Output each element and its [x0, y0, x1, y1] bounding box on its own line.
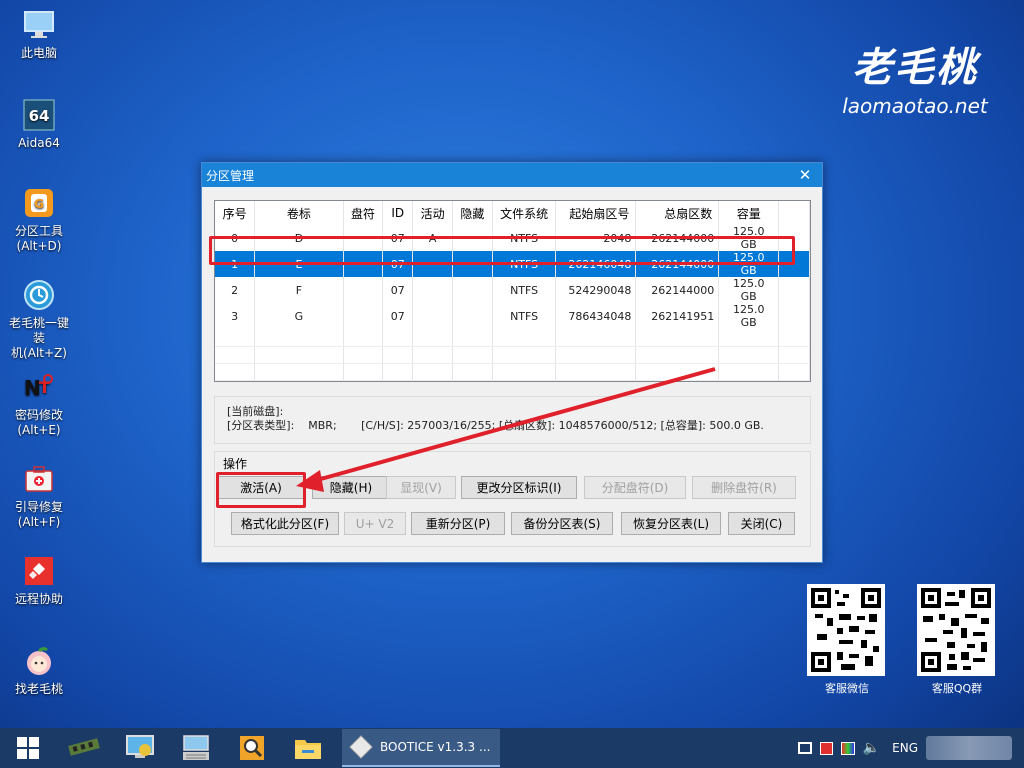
language-indicator[interactable]: ENG: [892, 741, 918, 755]
taskbar-app-bootice[interactable]: BOOTICE v1.3.3 ...: [342, 729, 500, 767]
windows-start-icon[interactable]: [0, 728, 56, 768]
taskbar-app-label: BOOTICE v1.3.3 ...: [380, 740, 491, 754]
annotation-arrow-icon: [296, 367, 716, 492]
stop-icon[interactable]: [819, 741, 833, 755]
keyboard-icon[interactable]: [168, 728, 224, 768]
system-tray: 🔈 ENG: [797, 736, 1024, 760]
volume-icon[interactable]: 🔈: [863, 740, 880, 756]
network-icon[interactable]: [797, 742, 812, 754]
bootice-icon: [349, 735, 373, 759]
clock-redacted[interactable]: [926, 736, 1012, 760]
taskbar: BOOTICE v1.3.3 ... 🔈 ENG: [0, 728, 1024, 768]
computer-manager-icon[interactable]: [112, 728, 168, 768]
display-color-icon[interactable]: [840, 741, 855, 755]
search-tool-icon[interactable]: [224, 728, 280, 768]
folder-icon[interactable]: [280, 728, 336, 768]
memory-chip-icon[interactable]: [56, 728, 112, 768]
